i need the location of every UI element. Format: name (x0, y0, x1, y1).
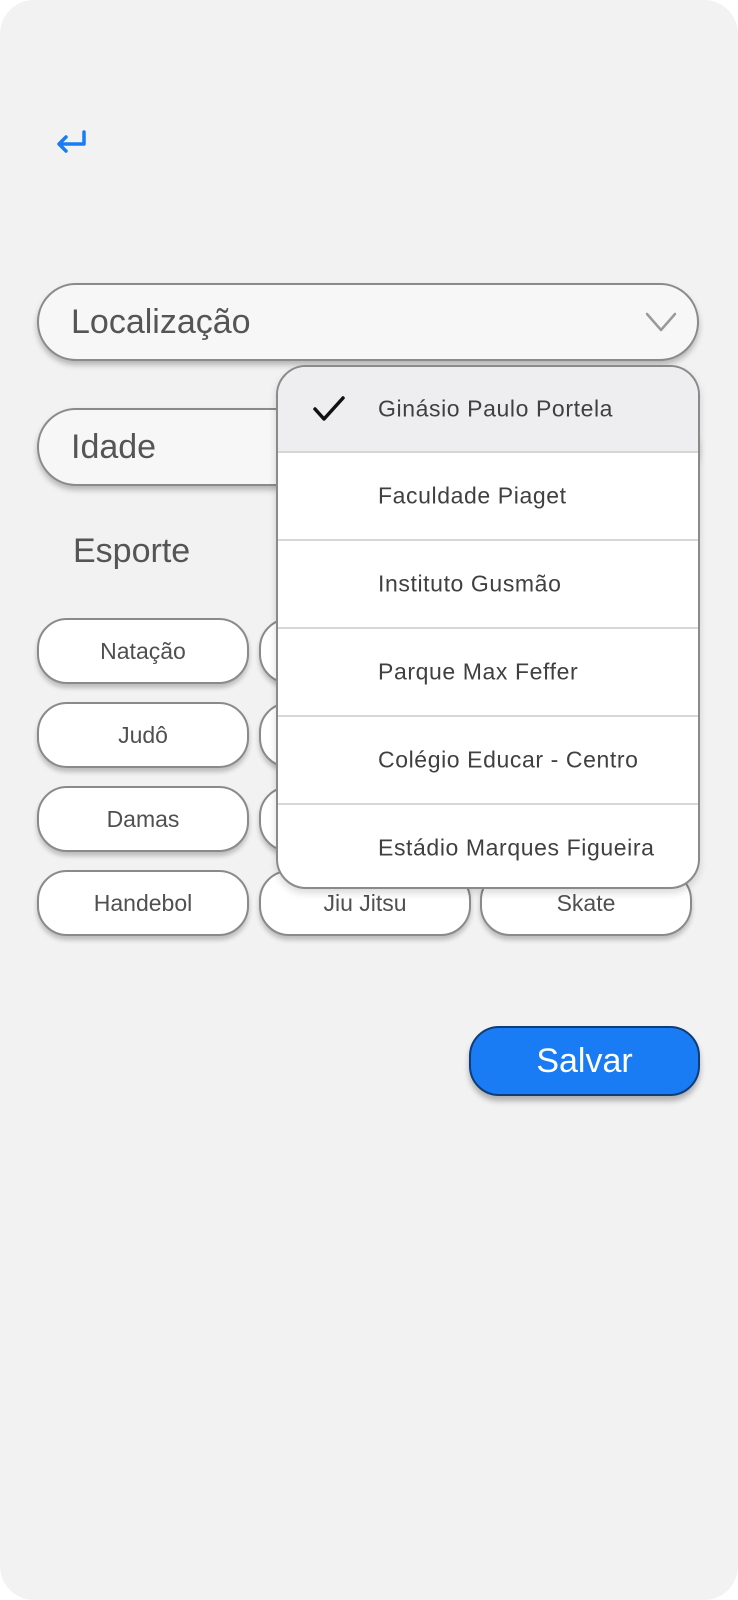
location-option-label: Colégio Educar - Centro (378, 746, 639, 773)
location-option-instituto-gusmao[interactable]: Instituto Gusmão (278, 541, 698, 629)
location-option-label: Faculdade Piaget (378, 482, 567, 509)
save-button[interactable]: Salvar (469, 1026, 700, 1096)
location-option-parque-max-feffer[interactable]: Parque Max Feffer (278, 629, 698, 717)
location-option-estadio-marques-figueira[interactable]: Estádio Marques Figueira (278, 805, 698, 887)
location-option-label: Instituto Gusmão (378, 570, 562, 597)
location-option-label: Ginásio Paulo Portela (378, 395, 614, 422)
location-option-colegio-educar-centro[interactable]: Colégio Educar - Centro (278, 717, 698, 805)
age-placeholder: Idade (71, 428, 157, 466)
screen: Localização Idade Esporte Natação Judô D… (0, 0, 738, 1600)
location-option-faculdade-piaget[interactable]: Faculdade Piaget (278, 453, 698, 541)
sport-chip-damas[interactable]: Damas (37, 786, 249, 852)
sport-chip-judo[interactable]: Judô (37, 702, 249, 768)
location-dropdown-menu: Ginásio Paulo Portela Faculdade Piaget I… (276, 365, 700, 889)
location-option-label: Parque Max Feffer (378, 658, 579, 685)
sport-chip-handebol[interactable]: Handebol (37, 870, 249, 936)
location-option-label: Estádio Marques Figueira (378, 834, 655, 861)
location-option-ginasio-paulo-portela[interactable]: Ginásio Paulo Portela (278, 367, 698, 453)
sport-section-label: Esporte (73, 532, 191, 570)
back-button[interactable] (50, 120, 94, 164)
location-placeholder: Localização (71, 303, 251, 341)
check-icon (313, 396, 345, 421)
location-select[interactable]: Localização (37, 283, 699, 361)
return-arrow-icon (57, 130, 86, 153)
sport-chip-natacao[interactable]: Natação (37, 618, 249, 684)
chevron-down-icon (645, 312, 677, 332)
